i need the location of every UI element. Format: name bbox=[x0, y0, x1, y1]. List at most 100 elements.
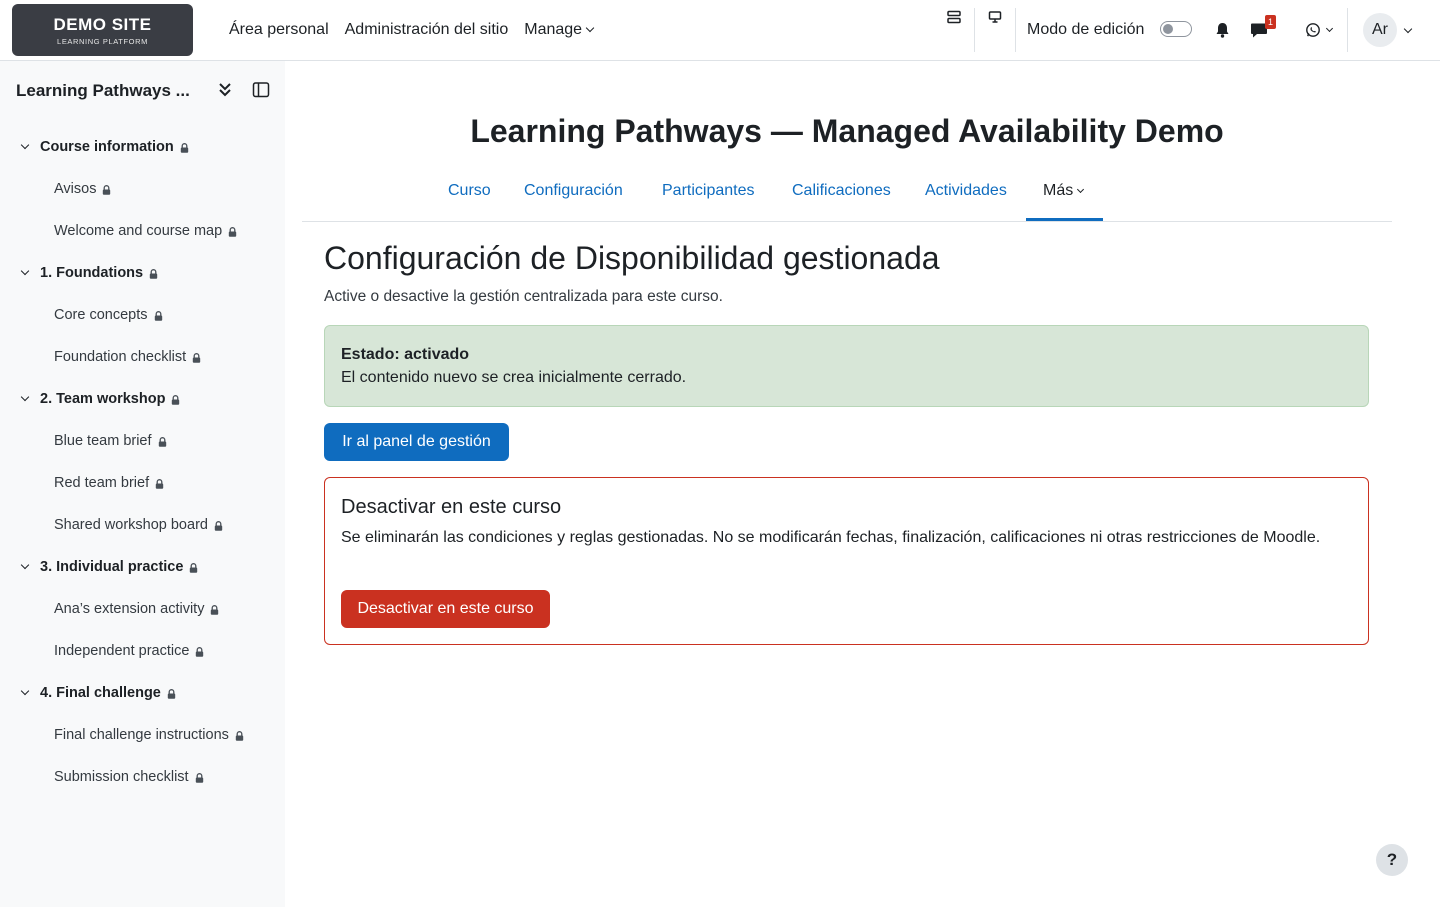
page-heading: Configuración de Disponibilidad gestiona… bbox=[324, 240, 940, 276]
status-title: Estado: activado bbox=[341, 346, 470, 363]
chevron-down-icon bbox=[20, 560, 30, 570]
activity-item[interactable]: Ana’s extension activity bbox=[54, 599, 219, 619]
page-description: Active o desactive la gestión centraliza… bbox=[324, 288, 723, 305]
activity-item[interactable]: Shared workshop board bbox=[54, 515, 223, 535]
collapse-all-icon[interactable] bbox=[217, 81, 233, 104]
lock-icon bbox=[192, 353, 201, 363]
lock-icon bbox=[190, 563, 198, 573]
activity-label: Submission checklist bbox=[54, 769, 189, 785]
activity-label: Shared workshop board bbox=[54, 517, 208, 533]
lock-icon bbox=[228, 227, 237, 237]
activity-label: Foundation checklist bbox=[54, 349, 187, 365]
tab-mas-label: Más bbox=[1043, 182, 1074, 199]
lock-icon bbox=[155, 479, 164, 489]
edit-mode-toggle[interactable] bbox=[1160, 21, 1192, 37]
chevron-down-icon bbox=[20, 266, 30, 276]
section-course-information[interactable]: Course information bbox=[20, 137, 189, 157]
section-label: Course information bbox=[40, 139, 174, 155]
activity-label: Independent practice bbox=[54, 643, 190, 659]
disable-button[interactable]: Desactivar en este curso bbox=[341, 590, 550, 628]
activity-item[interactable]: Red team brief bbox=[54, 473, 164, 493]
section-label: 1. Foundations bbox=[40, 265, 144, 281]
activity-label: Core concepts bbox=[54, 307, 148, 323]
disable-card: Desactivar en este curso Se eliminarán l… bbox=[324, 477, 1369, 645]
lock-icon bbox=[103, 185, 111, 195]
messages-count-badge: 1 bbox=[1265, 15, 1276, 29]
section-team-workshop[interactable]: 2. Team workshop bbox=[20, 389, 180, 409]
chevron-down-icon bbox=[20, 686, 30, 696]
disable-card-title: Desactivar en este curso bbox=[341, 496, 562, 518]
activity-item[interactable]: Avisos bbox=[54, 179, 111, 199]
tab-participantes[interactable]: Participantes bbox=[662, 180, 755, 202]
tab-actividades[interactable]: Actividades bbox=[925, 180, 1007, 202]
go-to-panel-button[interactable]: Ir al panel de gestión bbox=[324, 423, 509, 461]
section-label: 3. Individual practice bbox=[40, 559, 184, 575]
disable-card-text: Se eliminarán las condiciones y reglas g… bbox=[341, 529, 1321, 546]
top-navbar: DEMO SITE LEARNING PLATFORM Área persona… bbox=[0, 0, 1440, 61]
section-foundations[interactable]: 1. Foundations bbox=[20, 263, 158, 283]
status-alert: Estado: activado El contenido nuevo se c… bbox=[324, 325, 1369, 407]
course-index-drawer: Learning Pathways ... Course information… bbox=[0, 61, 285, 907]
section-individual-practice[interactable]: 3. Individual practice bbox=[20, 557, 198, 577]
lock-icon bbox=[154, 311, 162, 321]
primary-navigation: Área personal Administración del sitio M… bbox=[229, 19, 595, 41]
nav-manage[interactable]: Manage bbox=[524, 19, 595, 41]
user-avatar[interactable]: Ar bbox=[1363, 13, 1397, 47]
whatsapp-menu[interactable] bbox=[1300, 20, 1336, 40]
whatsapp-icon bbox=[1305, 23, 1320, 37]
chevron-down-icon bbox=[1325, 24, 1333, 32]
tab-curso[interactable]: Curso bbox=[448, 180, 491, 202]
section-final-challenge[interactable]: 4. Final challenge bbox=[20, 683, 176, 703]
close-drawer-icon[interactable] bbox=[252, 81, 270, 104]
activity-label: Final challenge instructions bbox=[54, 727, 229, 743]
activity-label: Blue team brief bbox=[54, 433, 152, 449]
chevron-down-icon bbox=[20, 392, 30, 402]
site-logo-subtitle: LEARNING PLATFORM bbox=[57, 37, 148, 46]
lock-icon bbox=[172, 395, 180, 405]
tab-configuracion[interactable]: Configuración bbox=[524, 180, 623, 202]
blocks-drawer-icon[interactable] bbox=[944, 8, 964, 26]
navbar-divider bbox=[1347, 8, 1348, 52]
activity-item[interactable]: Welcome and course map bbox=[54, 221, 237, 241]
section-label: 2. Team workshop bbox=[40, 391, 166, 407]
navbar-divider bbox=[1015, 8, 1016, 52]
monitor-icon[interactable] bbox=[985, 8, 1005, 26]
activity-item[interactable]: Foundation checklist bbox=[54, 347, 201, 367]
activity-label: Red team brief bbox=[54, 475, 150, 491]
site-logo[interactable]: DEMO SITE LEARNING PLATFORM bbox=[12, 4, 193, 56]
navbar-divider bbox=[974, 8, 975, 52]
site-logo-title: DEMO SITE bbox=[53, 15, 152, 34]
activity-item[interactable]: Final challenge instructions bbox=[54, 725, 244, 745]
activity-item[interactable]: Blue team brief bbox=[54, 431, 167, 451]
lock-icon bbox=[149, 269, 158, 279]
activity-item[interactable]: Submission checklist bbox=[54, 767, 204, 787]
active-tab-indicator bbox=[1026, 218, 1103, 221]
activity-item[interactable]: Independent practice bbox=[54, 641, 204, 661]
chevron-down-icon bbox=[1077, 185, 1085, 194]
course-secondary-nav: Curso Configuración Participantes Califi… bbox=[302, 170, 1392, 222]
lock-icon bbox=[195, 773, 203, 783]
lock-icon bbox=[158, 437, 166, 447]
activity-label: Welcome and course map bbox=[54, 223, 223, 239]
chevron-down-icon bbox=[20, 140, 30, 150]
nav-area-personal[interactable]: Área personal bbox=[229, 19, 329, 41]
help-button[interactable]: ? bbox=[1376, 844, 1408, 876]
activity-label: Ana’s extension activity bbox=[54, 601, 205, 617]
user-menu-chevron-icon[interactable] bbox=[1403, 24, 1413, 34]
lock-icon bbox=[211, 605, 219, 615]
tab-mas[interactable]: Más bbox=[1043, 180, 1085, 202]
drawer-course-title: Learning Pathways ... bbox=[16, 81, 190, 100]
edit-mode-label: Modo de edición bbox=[1027, 21, 1145, 38]
activity-item[interactable]: Core concepts bbox=[54, 305, 163, 325]
activity-label: Avisos bbox=[54, 181, 97, 197]
lock-icon bbox=[235, 731, 244, 741]
lock-icon bbox=[214, 521, 223, 531]
course-title: Learning Pathways — Managed Availability… bbox=[470, 113, 1224, 149]
lock-icon bbox=[167, 689, 176, 699]
status-text: El contenido nuevo se crea inicialmente … bbox=[341, 369, 687, 386]
chevron-down-icon bbox=[585, 23, 595, 33]
bell-icon[interactable] bbox=[1213, 21, 1231, 39]
tab-calificaciones[interactable]: Calificaciones bbox=[792, 180, 891, 202]
nav-site-admin[interactable]: Administración del sitio bbox=[345, 19, 509, 41]
nav-manage-label: Manage bbox=[524, 21, 583, 38]
